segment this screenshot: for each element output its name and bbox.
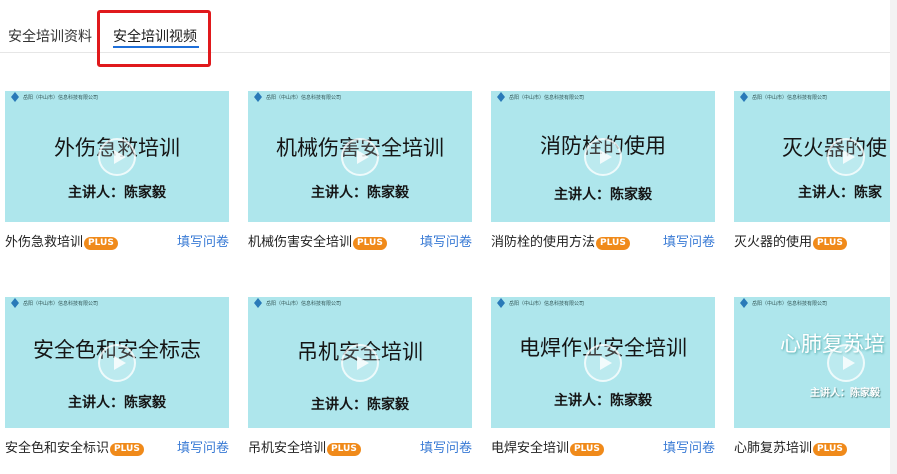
company-logo-icon	[254, 298, 262, 308]
fill-survey-link[interactable]: 填写问卷	[663, 437, 715, 456]
video-caption-row: 外伤急救培训 PLUS 填写问卷	[5, 231, 229, 251]
plus-badge: PLUS	[327, 443, 361, 456]
video-caption-row: 机械伤害安全培训 PLUS 填写问卷	[248, 231, 472, 251]
video-card: 岳阳（中山市）信息科技有限公司 外伤急救培训 主讲人：陈家毅 外伤急救培训 PLU…	[5, 88, 229, 268]
video-speaker: 主讲人：陈家	[798, 185, 882, 201]
video-card: 岳阳（中山市）信息科技有限公司 安全色和安全标志 主讲人：陈家毅 安全色和安全标…	[5, 294, 229, 474]
thumb-top-strip	[491, 88, 715, 91]
video-speaker: 主讲人：陈家毅	[554, 187, 652, 203]
fill-survey-link[interactable]: 填写问卷	[420, 437, 472, 456]
play-icon[interactable]	[584, 344, 622, 382]
company-logo-icon	[254, 92, 262, 102]
video-thumbnail[interactable]: 岳阳（中山市）信息科技有限公司 电焊作业安全培训 主讲人：陈家毅	[491, 294, 715, 428]
thumb-top-strip	[248, 88, 472, 91]
video-caption[interactable]: 机械伤害安全培训 PLUS	[248, 231, 387, 250]
company-name: 岳阳（中山市）信息科技有限公司	[509, 95, 585, 101]
video-speaker: 主讲人：陈家毅	[311, 397, 409, 413]
video-speaker: 主讲人：陈家毅	[554, 393, 652, 409]
video-card: 岳阳（中山市）信息科技有限公司 电焊作业安全培训 主讲人：陈家毅 电焊安全培训 P…	[491, 294, 715, 474]
video-caption-row: 吊机安全培训 PLUS 填写问卷	[248, 437, 472, 457]
video-thumbnail[interactable]: 岳阳（中山市）信息科技有限公司 消防栓的使用 主讲人：陈家毅	[491, 88, 715, 222]
video-speaker: 主讲人：陈家毅	[68, 185, 166, 201]
company-name: 岳阳（中山市）信息科技有限公司	[266, 301, 342, 307]
fill-survey-link[interactable]: 填写问卷	[177, 437, 229, 456]
tab-bar: 安全培训资料 安全培训视频	[0, 0, 897, 67]
plus-badge: PLUS	[596, 237, 630, 250]
video-caption-row: 消防栓的使用方法 PLUS 填写问卷	[491, 231, 715, 251]
plus-badge: PLUS	[813, 443, 847, 456]
tab-training-materials[interactable]: 安全培训资料	[8, 26, 92, 46]
company-logo-icon	[497, 298, 505, 308]
annotation-highlight-box	[97, 10, 211, 67]
thumb-top-strip	[734, 294, 890, 297]
video-caption[interactable]: 外伤急救培训 PLUS	[5, 231, 118, 250]
company-name: 岳阳（中山市）信息科技有限公司	[23, 301, 99, 307]
company-name: 岳阳（中山市）信息科技有限公司	[752, 301, 828, 307]
video-caption[interactable]: 灭火器的使用 PLUS	[734, 231, 847, 250]
company-logo-icon	[11, 298, 19, 308]
thumb-top-strip	[491, 294, 715, 297]
thumb-top-strip	[5, 294, 229, 297]
play-icon[interactable]	[341, 138, 379, 176]
play-icon[interactable]	[98, 138, 136, 176]
plus-badge: PLUS	[84, 237, 118, 250]
video-thumbnail[interactable]: 岳阳（中山市）信息科技有限公司 灭火器的使 主讲人：陈家	[734, 88, 890, 222]
play-icon[interactable]	[827, 344, 865, 382]
company-name: 岳阳（中山市）信息科技有限公司	[509, 301, 585, 307]
company-logo-icon	[740, 298, 748, 308]
plus-badge: PLUS	[110, 443, 144, 456]
company-logo-icon	[497, 92, 505, 102]
video-caption-row: 电焊安全培训 PLUS 填写问卷	[491, 437, 715, 457]
company-logo-icon	[11, 92, 19, 102]
thumb-top-strip	[734, 88, 890, 91]
video-caption[interactable]: 消防栓的使用方法 PLUS	[491, 231, 630, 250]
company-name: 岳阳（中山市）信息科技有限公司	[23, 95, 99, 101]
fill-survey-link[interactable]: 填写问卷	[177, 231, 229, 250]
video-thumbnail[interactable]: 岳阳（中山市）信息科技有限公司 外伤急救培训 主讲人：陈家毅	[5, 88, 229, 222]
video-caption-row: 安全色和安全标识 PLUS 填写问卷	[5, 437, 229, 457]
video-card: 岳阳（中山市）信息科技有限公司 吊机安全培训 主讲人：陈家毅 吊机安全培训 PLU…	[248, 294, 472, 474]
video-thumbnail[interactable]: 岳阳（中山市）信息科技有限公司 吊机安全培训 主讲人：陈家毅	[248, 294, 472, 428]
fill-survey-link[interactable]: 填写问卷	[420, 231, 472, 250]
video-thumbnail[interactable]: 岳阳（中山市）信息科技有限公司 安全色和安全标志 主讲人：陈家毅	[5, 294, 229, 428]
company-name: 岳阳（中山市）信息科技有限公司	[752, 95, 828, 101]
video-thumbnail[interactable]: 岳阳（中山市）信息科技有限公司 心肺复苏培 主讲人：陈家毅	[734, 294, 890, 428]
video-card: 岳阳（中山市）信息科技有限公司 灭火器的使 主讲人：陈家 灭火器的使用 PLUS	[734, 88, 890, 268]
video-caption[interactable]: 电焊安全培训 PLUS	[491, 437, 604, 456]
scrollbar-track[interactable]	[890, 0, 897, 474]
play-icon[interactable]	[341, 344, 379, 382]
video-thumbnail[interactable]: 岳阳（中山市）信息科技有限公司 机械伤害安全培训 主讲人：陈家毅	[248, 88, 472, 222]
video-card: 岳阳（中山市）信息科技有限公司 机械伤害安全培训 主讲人：陈家毅 机械伤害安全培…	[248, 88, 472, 268]
play-icon[interactable]	[98, 344, 136, 382]
video-caption[interactable]: 心肺复苏培训 PLUS	[734, 437, 847, 456]
company-logo-icon	[740, 92, 748, 102]
fill-survey-link[interactable]: 填写问卷	[663, 231, 715, 250]
video-caption-row: 心肺复苏培训 PLUS	[734, 437, 890, 457]
video-caption[interactable]: 吊机安全培训 PLUS	[248, 437, 361, 456]
plus-badge: PLUS	[570, 443, 604, 456]
video-caption-row: 灭火器的使用 PLUS	[734, 231, 890, 251]
video-card: 岳阳（中山市）信息科技有限公司 消防栓的使用 主讲人：陈家毅 消防栓的使用方法 P…	[491, 88, 715, 268]
video-speaker: 主讲人：陈家毅	[810, 388, 880, 399]
plus-badge: PLUS	[813, 237, 847, 250]
video-caption[interactable]: 安全色和安全标识 PLUS	[5, 437, 144, 456]
company-name: 岳阳（中山市）信息科技有限公司	[266, 95, 342, 101]
video-speaker: 主讲人：陈家毅	[68, 395, 166, 411]
play-icon[interactable]	[584, 138, 622, 176]
play-icon[interactable]	[827, 138, 865, 176]
thumb-top-strip	[5, 88, 229, 91]
thumb-top-strip	[248, 294, 472, 297]
video-speaker: 主讲人：陈家毅	[311, 185, 409, 201]
video-card: 岳阳（中山市）信息科技有限公司 心肺复苏培 主讲人：陈家毅 心肺复苏培训 PLUS	[734, 294, 890, 474]
plus-badge: PLUS	[353, 237, 387, 250]
